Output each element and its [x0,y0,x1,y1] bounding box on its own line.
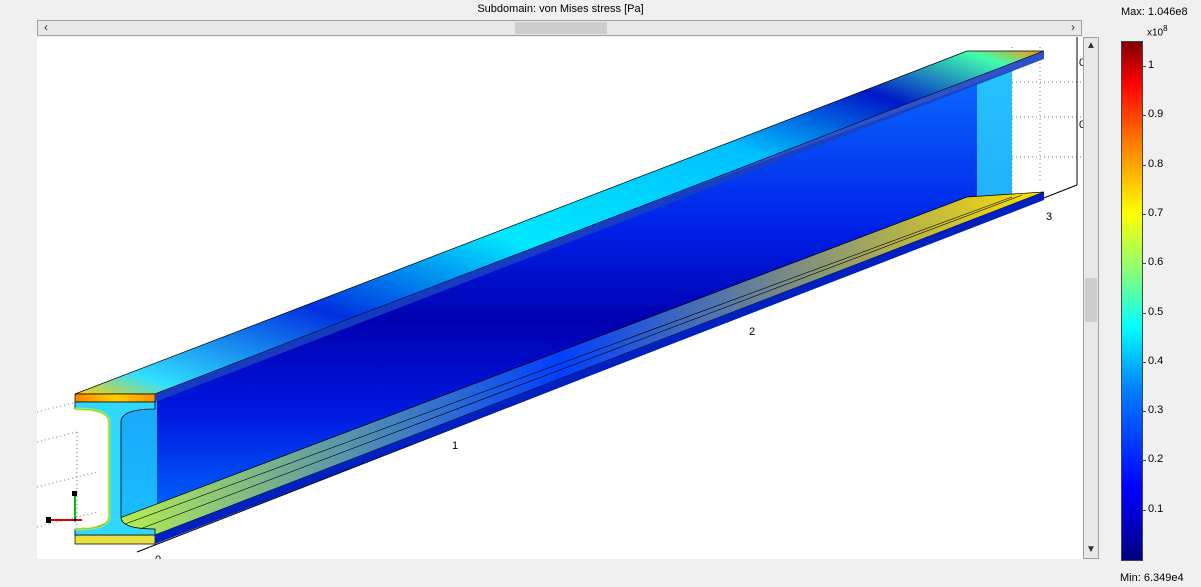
scroll-right-arrow[interactable]: › [1065,21,1081,35]
horizontal-scrollbar[interactable]: ‹ › [37,20,1082,36]
colorbar [1121,41,1143,561]
colorbar-tick-label: 0.7 [1148,207,1164,219]
colorbar-tick-mark [1142,510,1146,511]
colorbar-tick-label: 0.8 [1148,158,1164,170]
beam-web [117,70,1012,527]
colorbar-tick-label: 0.1 [1148,503,1164,515]
colorbar-tick-label: 0.5 [1148,306,1164,318]
x-axis-tick-0: 0 [155,554,161,559]
colorbar-max-label: Max: 1.046e8 [1121,6,1188,18]
plot-title: Subdomain: von Mises stress [Pa] [477,3,644,15]
colorbar-tick-mark [1142,362,1146,363]
colorbar-multiplier: x108 [1147,24,1168,38]
x-axis-tick-2: 2 [749,326,755,338]
top-flange-front-edge [74,393,156,403]
colorbar-tick-mark [1142,115,1146,116]
scroll-down-arrow[interactable]: ▼ [1084,542,1098,558]
colorbar-tick-label: 0.6 [1148,256,1164,268]
bottom-flange-front-edge [74,534,156,545]
colorbar-tick-mark [1142,214,1146,215]
x-axis-tick-3: 3 [1046,211,1052,223]
3d-plot-viewport[interactable]: 0 1 2 3 0 0 [37,37,1083,559]
colorbar-tick-mark [1142,313,1146,314]
horizontal-scroll-thumb[interactable] [515,22,607,34]
colorbar-tick-label: 0.2 [1148,453,1164,465]
colorbar-tick-label: 0.9 [1148,108,1164,120]
colorbar-tick-mark [1142,66,1146,67]
colorbar-tick-mark [1142,411,1146,412]
web-far-highlight [977,70,1012,207]
i-beam-stress-plot: 0 1 2 3 0 0 [37,37,1083,559]
colorbar-tick-label: 1 [1148,59,1155,71]
colorbar-multiplier-base: x10 [1147,27,1164,39]
colorbar-multiplier-exponent: 8 [1163,24,1168,33]
colorbar-min-label: Min: 6.349e4 [1120,572,1184,584]
scroll-left-arrow[interactable]: ‹ [38,21,54,35]
colorbar-tick-mark [1142,165,1146,166]
x-axis-tick-1: 1 [452,440,458,452]
colorbar-tick-label: 0.4 [1148,355,1164,367]
colorbar-tick-mark [1142,460,1146,461]
scroll-up-arrow[interactable]: ▲ [1084,38,1098,54]
colorbar-tick-label: 0.3 [1148,404,1164,416]
vertical-scrollbar[interactable]: ▲ ▼ [1083,37,1099,559]
vertical-scroll-thumb[interactable] [1085,278,1097,322]
axes-triad [46,491,82,523]
colorbar-tick-mark [1142,263,1146,264]
